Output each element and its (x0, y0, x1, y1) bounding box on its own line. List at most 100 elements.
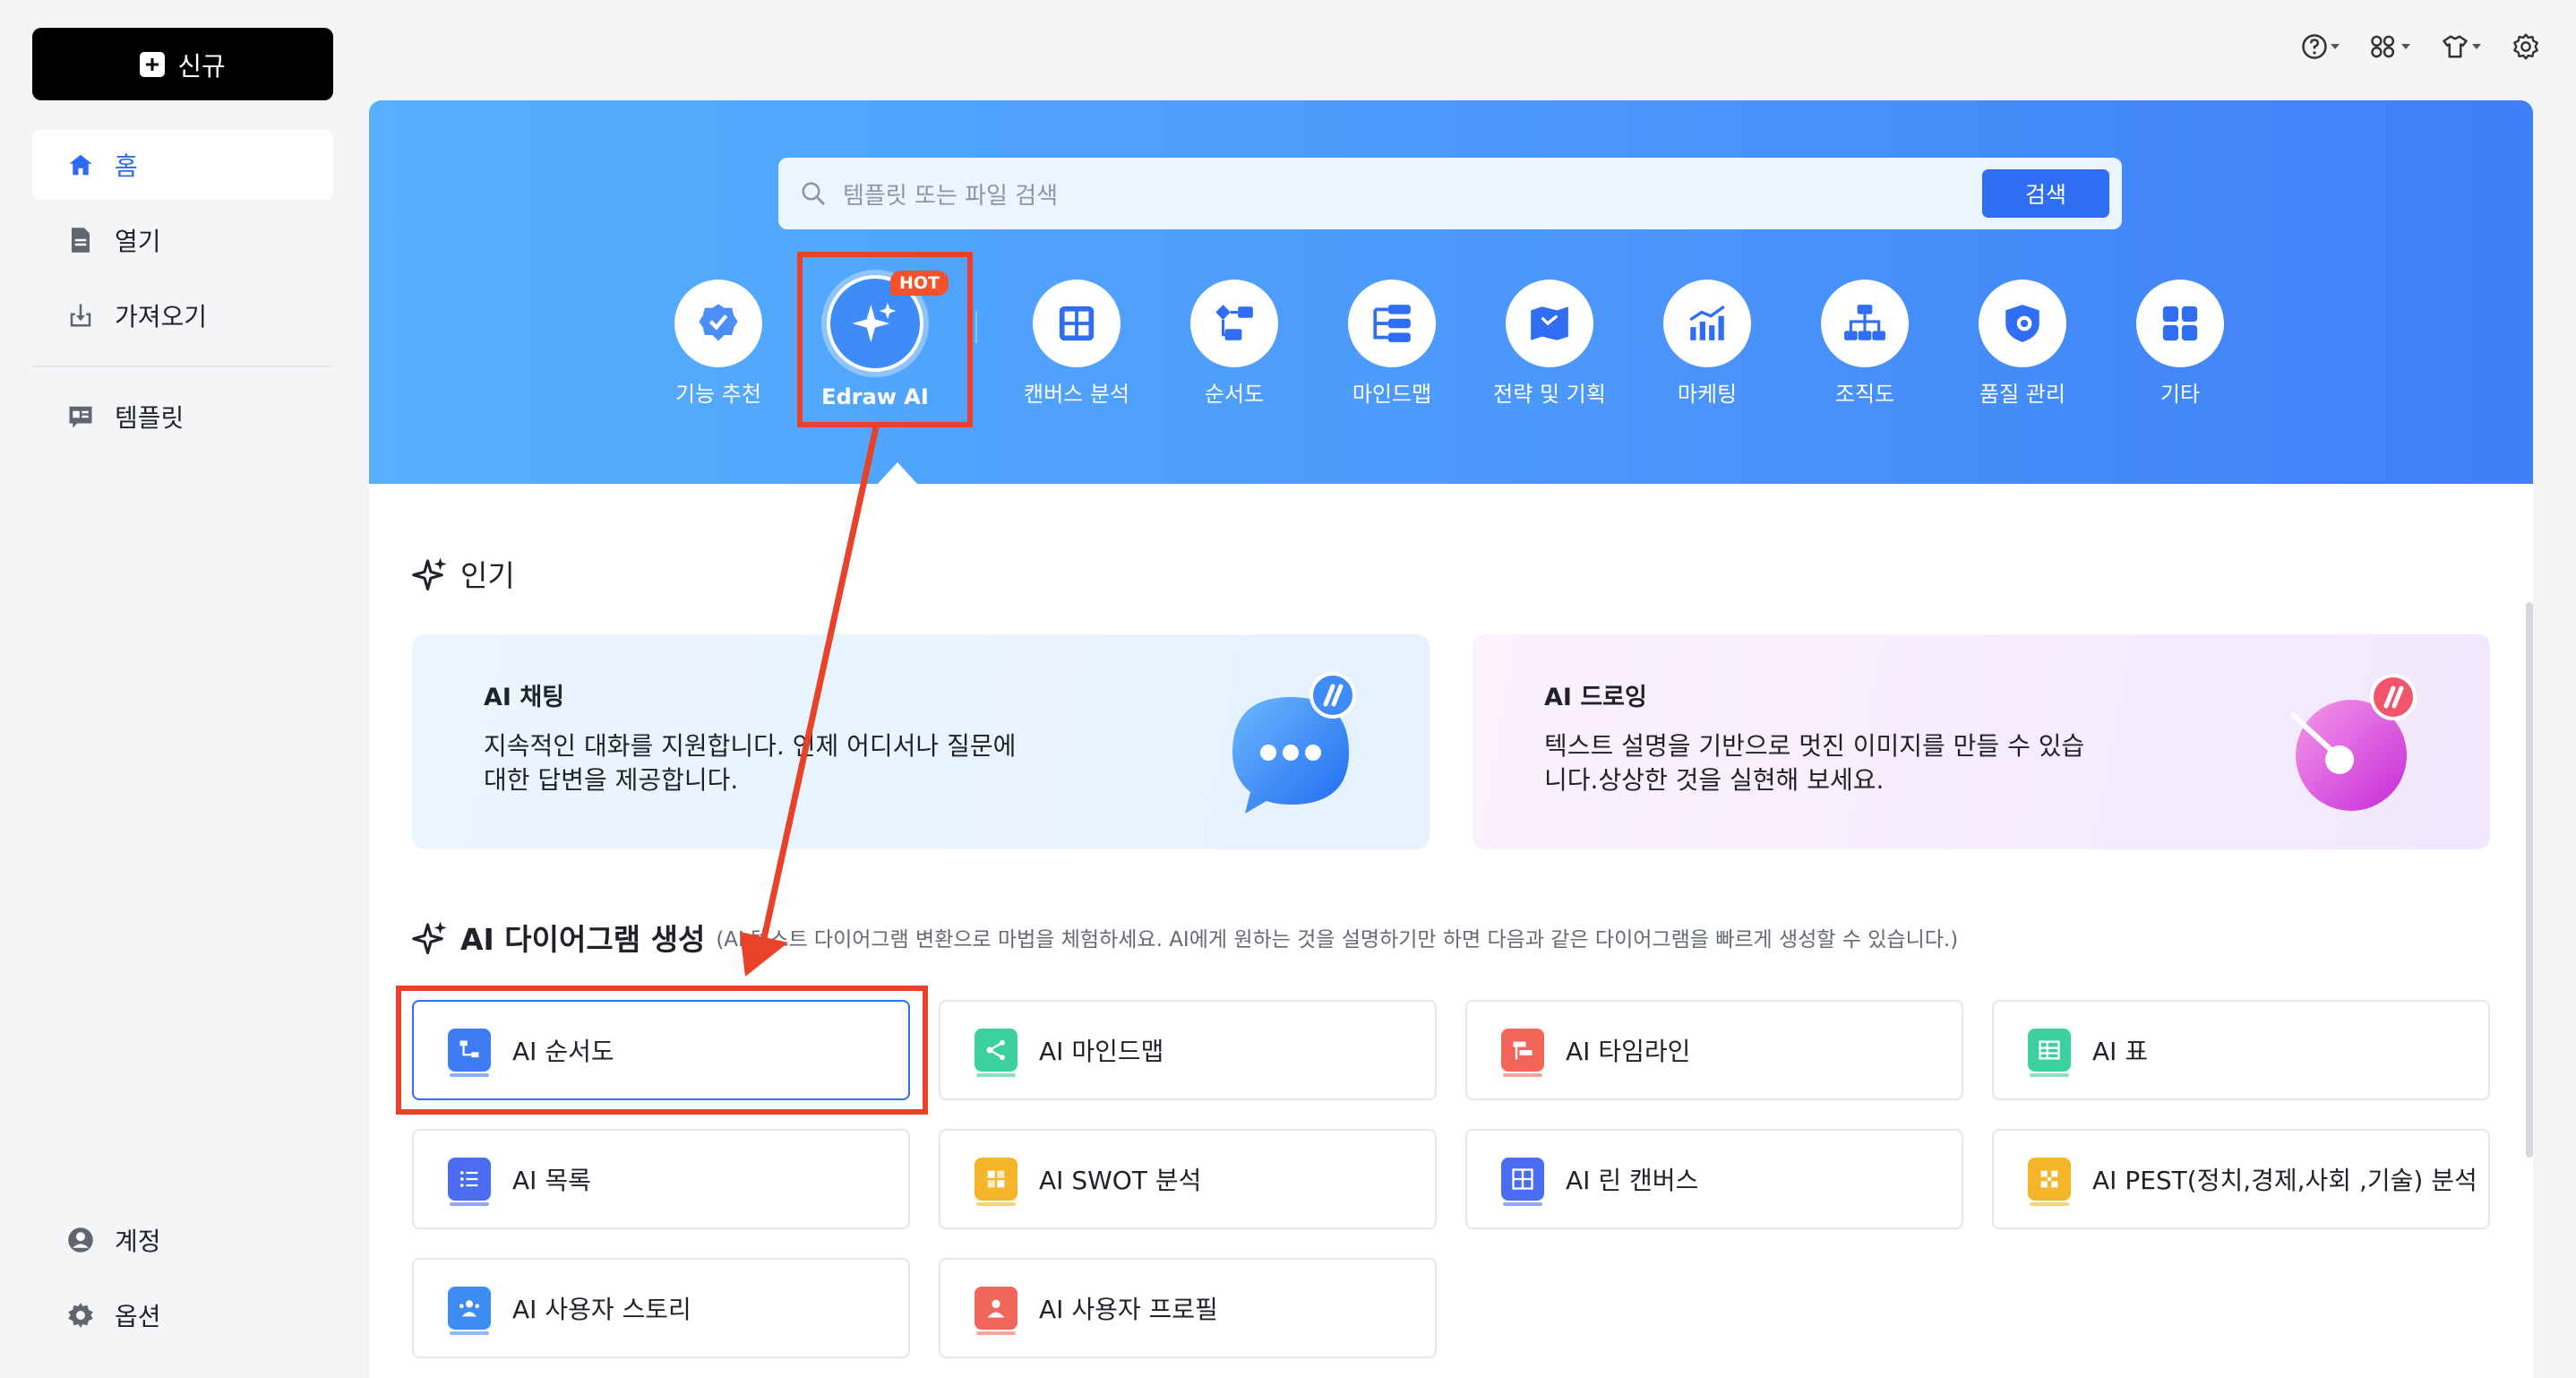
sidebar-item-label: 템플릿 (115, 403, 185, 433)
new-button[interactable]: 신규 (32, 28, 333, 100)
sidebar-item-options[interactable]: 옵션 (32, 1280, 333, 1350)
tile-label: AI PEST(정치,경제,사회 ,기술) 분석 (2092, 1166, 2477, 1195)
sidebar-item-label: 가져오기 (115, 302, 208, 332)
sidebar-item-templates[interactable]: 템플릿 (32, 382, 333, 452)
sidebar-item-label: 계정 (115, 1227, 161, 1256)
category-separator (975, 311, 977, 343)
category-other[interactable]: 기타 (2113, 280, 2247, 409)
template-icon (66, 402, 95, 431)
category-mindmap[interactable]: 마인드맵 (1325, 280, 1459, 409)
category-strategy[interactable]: 전략 및 기획 (1482, 280, 1617, 409)
category-label: 마인드맵 (1352, 382, 1432, 407)
help-button[interactable] (2301, 33, 2340, 60)
category-orgchart[interactable]: 조직도 (1798, 280, 1932, 409)
top-toolbar (2301, 32, 2540, 61)
category-label: 품질 관리 (1979, 382, 2065, 407)
ai-timeline-tile[interactable]: AI 타임라인 (1465, 1000, 1963, 1100)
tile-label: AI SWOT 분석 (1039, 1166, 1202, 1195)
category-flowchart[interactable]: 순서도 (1167, 280, 1301, 409)
search-button[interactable]: 검색 (1982, 169, 2109, 218)
category-feature-recommend[interactable]: 기능 추천 (651, 280, 786, 409)
ai-chat-card[interactable]: AI 채팅 지속적인 대화를 지원합니다. 언제 어디서나 질문에 대한 답변을… (412, 634, 1430, 849)
theme-button[interactable] (2441, 33, 2481, 60)
help-icon (2302, 34, 2327, 59)
ai-diagram-title: AI 다이어그램 생성 (460, 922, 706, 957)
tile-label: AI 사용자 프로필 (1039, 1295, 1218, 1324)
search-input[interactable]: 템플릿 또는 파일 검색 (843, 177, 1982, 211)
highlight-box-ai-flowchart (396, 986, 928, 1115)
grid-icon (2162, 306, 2198, 341)
ai-user-story-tile[interactable]: AI 사용자 스토리 (412, 1258, 910, 1358)
ai-drawing-card[interactable]: AI 드로잉 텍스트 설명을 기반으로 멋진 이미지를 만들 수 있습니다.상상… (1473, 634, 2490, 849)
main-panel: 템플릿 또는 파일 검색 검색 기능 추천 HOT Edraw AI 캔버스 분… (369, 100, 2533, 1378)
ai-list-tile[interactable]: AI 목록 (412, 1129, 910, 1229)
ai-user-profile-tile[interactable]: AI 사용자 프로필 (939, 1258, 1437, 1358)
ai-table-tile[interactable]: AI 표 (1992, 1000, 2490, 1100)
tile-label: AI 표 (2092, 1037, 2149, 1066)
chevron-down-icon (2401, 44, 2410, 49)
card-description: 텍스트 설명을 기반으로 멋진 이미지를 만들 수 있습니다.상상한 것을 실현… (1544, 731, 2085, 795)
palette-icon (2290, 674, 2417, 811)
chevron-down-icon (2331, 44, 2340, 49)
category-label: 순서도 (1204, 382, 1265, 407)
category-label: 기타 (2160, 382, 2201, 407)
user-story-icon (448, 1287, 491, 1335)
timeline-icon (1501, 1029, 1544, 1077)
card-title: AI 채팅 (484, 684, 565, 711)
highlight-box-edraw-ai (797, 252, 973, 427)
popular-title: 인기 (460, 558, 515, 593)
apps-icon (2371, 35, 2395, 58)
sparkle-icon (412, 557, 447, 591)
file-icon (66, 226, 95, 254)
user-profile-icon (975, 1287, 1018, 1335)
ai-diagram-subtitle: (AI 텍스트 다이어그램 변환으로 마법을 체험하세요. AI에게 원하는 것… (716, 928, 1959, 952)
list-icon (448, 1158, 491, 1206)
tile-label: AI 목록 (512, 1166, 591, 1195)
badge-icon (699, 304, 738, 341)
apps-button[interactable] (2370, 33, 2410, 60)
tile-label: AI 린 캔버스 (1566, 1166, 1699, 1195)
search-icon (802, 182, 825, 205)
category-marketing[interactable]: 마케팅 (1640, 280, 1774, 409)
chart-icon (1689, 305, 1725, 340)
sidebar-item-home[interactable]: 홈 (32, 130, 333, 200)
sidebar-item-label: 홈 (115, 151, 138, 181)
import-icon (66, 301, 95, 330)
canvas-icon (1059, 306, 1095, 341)
ai-pest-tile[interactable]: AI PEST(정치,경제,사회 ,기술) 분석 (1992, 1129, 2490, 1229)
category-canvas-analysis[interactable]: 캔버스 분석 (1009, 280, 1144, 409)
pest-icon (2028, 1158, 2071, 1206)
scrollbar[interactable] (2526, 602, 2533, 1158)
category-label: 캔버스 분석 (1023, 382, 1130, 407)
settings-button[interactable] (2512, 32, 2540, 61)
sidebar-item-open[interactable]: 열기 (32, 205, 333, 275)
ai-swot-tile[interactable]: AI SWOT 분석 (939, 1129, 1437, 1229)
ai-diagram-section-title: AI 다이어그램 생성 (AI 텍스트 다이어그램 변환으로 마법을 체험하세요… (412, 916, 1958, 959)
sidebar: 신규 홈 열기 가져오기 템플릿 계정 옵션 (0, 0, 367, 1378)
card-description: 지속적인 대화를 지원합니다. 언제 어디서나 질문에 대한 답변을 제공합니다… (484, 731, 1017, 795)
map-icon (1531, 306, 1568, 340)
category-label: 조직도 (1834, 382, 1895, 407)
tile-label: AI 사용자 스토리 (512, 1295, 691, 1324)
ai-lean-canvas-tile[interactable]: AI 린 캔버스 (1465, 1129, 1963, 1229)
sidebar-item-label: 옵션 (115, 1302, 161, 1331)
tile-label: AI 타임라인 (1566, 1037, 1691, 1066)
card-title: AI 드로잉 (1544, 684, 1647, 711)
account-icon (66, 1226, 95, 1254)
orgchart-icon (1844, 305, 1885, 340)
gear-icon (66, 1301, 95, 1330)
sidebar-item-account[interactable]: 계정 (32, 1205, 333, 1275)
flowchart-icon (1215, 305, 1253, 340)
popular-section-title: 인기 (412, 552, 515, 595)
sidebar-item-label: 열기 (115, 227, 161, 256)
category-label: 기능 추천 (675, 382, 761, 407)
home-icon (66, 151, 95, 179)
mindmap-icon (975, 1029, 1018, 1077)
sidebar-item-import[interactable]: 가져오기 (32, 280, 333, 350)
plus-icon (140, 51, 166, 77)
swot-icon (975, 1158, 1018, 1206)
ai-mindmap-tile[interactable]: AI 마인드맵 (939, 1000, 1437, 1100)
lean-canvas-icon (1501, 1158, 1544, 1206)
quality-icon (2005, 305, 2039, 342)
category-quality[interactable]: 품질 관리 (1955, 280, 2090, 409)
